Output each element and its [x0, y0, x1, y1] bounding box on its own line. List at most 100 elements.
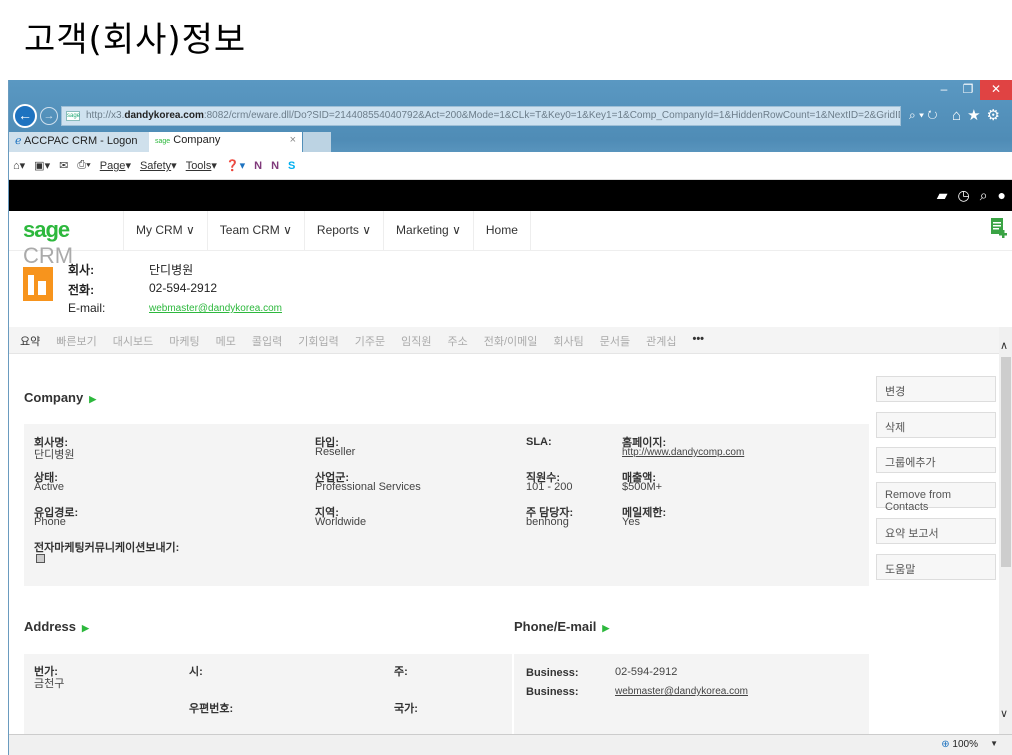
subtab-relationships[interactable]: 관계십 — [638, 333, 684, 353]
field-label: 시: — [189, 666, 203, 678]
help-icon[interactable]: ❓▾ — [226, 159, 245, 172]
menu-my-crm[interactable]: My CRM ∨ — [123, 211, 207, 250]
email-label: E-mail: — [68, 301, 106, 315]
company-section-title[interactable]: Company ▶ — [24, 390, 96, 405]
change-button[interactable]: 변경 — [876, 376, 996, 402]
field-value: $500M+ — [622, 481, 663, 493]
field-value: Active — [34, 481, 64, 493]
field-label: Business: — [526, 667, 579, 679]
menu-team-crm[interactable]: Team CRM ∨ — [206, 211, 304, 250]
vertical-scrollbar[interactable]: ∧ ∨ — [999, 327, 1012, 734]
skype-icon[interactable]: S — [288, 160, 295, 172]
scroll-down-icon[interactable]: ∨ — [1000, 707, 1008, 720]
print-icon[interactable]: ⎙▾ — [77, 159, 90, 172]
new-tab-button[interactable] — [303, 132, 331, 152]
subtab-opportunities[interactable]: 기회입력 — [290, 333, 346, 353]
subtab-phone-email[interactable]: 전화/이메일 — [476, 333, 546, 353]
zoom-dropdown-icon[interactable]: ▼ — [990, 739, 998, 748]
menu-home[interactable]: Home — [472, 211, 531, 250]
subtab-summary[interactable]: 요약 — [12, 333, 48, 353]
new-record-icon[interactable] — [990, 217, 1008, 239]
field-value: Worldwide — [315, 516, 367, 528]
scroll-thumb[interactable] — [1001, 357, 1011, 567]
add-to-group-button[interactable]: 그룹에추가 — [876, 447, 996, 473]
subtab-notes[interactable]: 메모 — [208, 333, 244, 353]
field-label: 전자마케팅커뮤니케이션보내기: — [34, 542, 180, 554]
home-favorites-settings-icons[interactable]: ⌂★⚙ — [952, 106, 1006, 124]
company-label: 회사: — [68, 263, 95, 277]
phone-email-section-title[interactable]: Phone/E-mail ▶ — [514, 619, 609, 634]
subtab-more[interactable]: ••• — [684, 333, 712, 353]
email-link[interactable]: webmaster@dandykorea.com — [615, 686, 748, 697]
field-label: 국가: — [394, 703, 418, 715]
user-icon[interactable]: ● — [998, 187, 1006, 204]
expand-arrow-icon: ▶ — [89, 394, 97, 404]
ie-icon: ℯ — [15, 135, 22, 147]
remove-from-contacts-button[interactable]: Remove from Contacts — [876, 482, 996, 513]
subtab-people[interactable]: 임직원 — [393, 333, 439, 353]
menu-marketing[interactable]: Marketing ∨ — [383, 211, 473, 250]
clock-icon[interactable]: ◷ — [957, 187, 969, 204]
mail-icon[interactable]: ✉ — [59, 159, 68, 172]
address-bar[interactable]: sage http://x3.dandykorea.com:8082/crm/e… — [61, 106, 901, 126]
command-bar: ⌂▾ ▣▾ ✉ ⎙▾ Page▾ Safety▾ Tools▾ ❓▾ N N S — [9, 152, 1012, 180]
address-panel: 번가: 금천구 시: 주: 우편번호: 국가: — [24, 654, 512, 734]
home-icon[interactable]: ⌂▾ — [13, 159, 25, 172]
field-value: Phone — [34, 516, 66, 528]
field-value: 금천구 — [34, 678, 65, 690]
browser-titlebar: – ❐ ✕ ← → sage http://x3.dandykorea.com:… — [9, 80, 1012, 180]
onenote-linked-icon[interactable]: N — [271, 160, 279, 172]
email-link[interactable]: webmaster@dandykorea.com — [149, 303, 282, 314]
zoom-level[interactable]: ⊕ 100% — [941, 739, 978, 750]
help-button[interactable]: 도움말 — [876, 554, 996, 580]
delete-button[interactable]: 삭제 — [876, 412, 996, 438]
website-link[interactable]: http://www.dandycomp.com — [622, 447, 744, 458]
field-value: 단디병원 — [34, 449, 75, 461]
field-value: 02-594-2912 — [615, 666, 678, 678]
search-refresh-icons[interactable]: ⌕ ▾ ↻ — [909, 108, 938, 123]
field-label: 주: — [394, 666, 408, 678]
browser-tabs: ℯ ACCPAC CRM - Logon sage Company × — [9, 132, 331, 152]
subtab-communications[interactable]: 콜입력 — [244, 333, 290, 353]
close-button[interactable]: ✕ — [980, 80, 1012, 100]
tools-menu[interactable]: Tools▾ — [186, 159, 217, 172]
emarketing-checkbox[interactable] — [36, 554, 45, 563]
back-button[interactable]: ← — [13, 104, 37, 128]
tab-company[interactable]: sage Company × — [149, 132, 302, 152]
company-icon — [23, 267, 53, 301]
notification-icon[interactable]: ▰ — [937, 187, 948, 204]
tab-logon[interactable]: ℯ ACCPAC CRM - Logon — [9, 132, 149, 152]
expand-arrow-icon: ▶ — [602, 623, 610, 633]
subtab-orders[interactable]: 기주문 — [347, 333, 393, 353]
subtab-addresses[interactable]: 주소 — [439, 333, 475, 353]
phone-value: 02-594-2912 — [149, 281, 218, 295]
subtab-quicklook[interactable]: 빠른보기 — [48, 333, 104, 353]
search-icon[interactable]: ⌕ — [980, 187, 988, 204]
address-section-title[interactable]: Address ▶ — [24, 619, 89, 634]
slide-title: 고객(회사)정보 — [24, 20, 247, 60]
minimize-button[interactable]: – — [932, 80, 956, 100]
restore-button[interactable]: ❐ — [956, 80, 980, 100]
field-value: Reseller — [315, 446, 356, 458]
summary-report-button[interactable]: 요약 보고서 — [876, 518, 996, 544]
browser-window: – ❐ ✕ ← → sage http://x3.dandykorea.com:… — [8, 80, 1012, 755]
field-value: 101 - 200 — [526, 481, 573, 493]
field-value: Yes — [622, 516, 640, 528]
window-controls: – ❐ ✕ — [932, 80, 1012, 100]
close-tab-icon[interactable]: × — [290, 134, 296, 146]
subtab-documents[interactable]: 문서들 — [592, 333, 638, 353]
zoom-icon: ⊕ — [941, 739, 950, 750]
menu-reports[interactable]: Reports ∨ — [303, 211, 383, 250]
crm-main-menu: sage CRM My CRM ∨ Team CRM ∨ Reports ∨ M… — [9, 211, 1012, 268]
subtab-marketing[interactable]: 마케팅 — [161, 333, 207, 353]
forward-button[interactable]: → — [40, 107, 58, 125]
safety-menu[interactable]: Safety▾ — [140, 159, 177, 172]
page-menu[interactable]: Page▾ — [100, 159, 131, 172]
sage-crm-logo[interactable]: sage CRM — [9, 211, 123, 268]
subtab-team[interactable]: 회사팀 — [545, 333, 591, 353]
subtab-dashboard[interactable]: 대시보드 — [105, 333, 161, 353]
onenote-icon[interactable]: N — [254, 160, 262, 172]
feeds-icon[interactable]: ▣▾ — [34, 159, 50, 172]
field-label: Business: — [526, 686, 579, 698]
scroll-up-icon[interactable]: ∧ — [1000, 339, 1008, 352]
